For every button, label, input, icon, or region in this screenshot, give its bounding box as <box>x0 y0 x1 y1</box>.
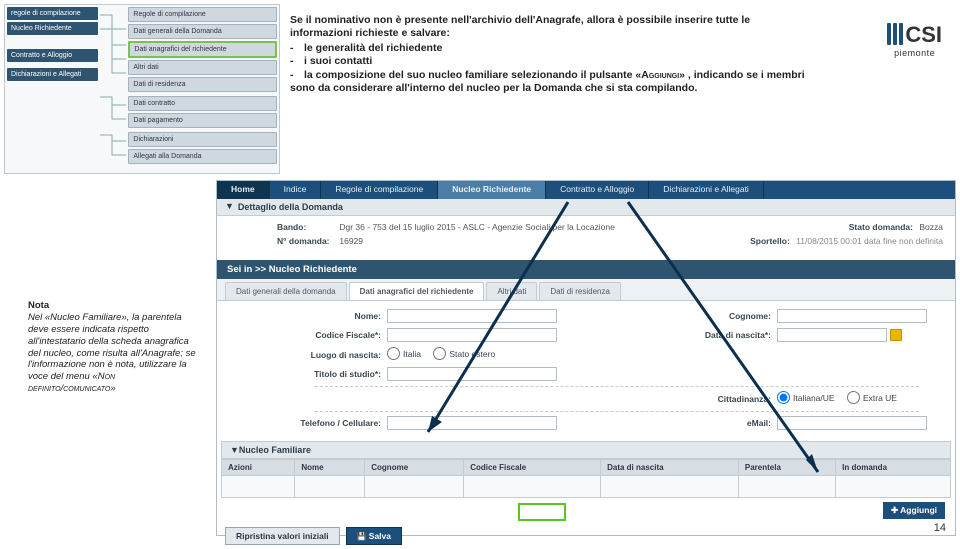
mini-right-item: Regole di compilazione <box>128 7 277 22</box>
annotation-arrow-2 <box>408 192 588 454</box>
tab-indice[interactable]: Indice <box>270 181 322 199</box>
label-nome: Nome: <box>297 311 387 321</box>
page-number: 14 <box>934 522 946 534</box>
mini-left-item: Dichiarazioni e Allegati <box>7 68 98 81</box>
intro-text: Se il nominativo non è presente nell'arc… <box>290 14 810 95</box>
mini-right-item: Altri dati <box>128 60 277 75</box>
footer-buttons: Ripristina valori iniziali Salva <box>217 523 955 549</box>
tab-home[interactable]: Home <box>217 181 270 199</box>
mini-right-item: Dichiarazioni <box>128 132 277 147</box>
col-cognome: Cognome <box>365 460 464 476</box>
col-in-domanda: In domanda <box>836 460 951 476</box>
subtab-dati-generali[interactable]: Dati generali della domanda <box>225 282 347 300</box>
mini-right-item: Allegati alla Domanda <box>128 149 277 164</box>
col-cf: Codice Fiscale <box>464 460 601 476</box>
col-nome: Nome <box>295 460 365 476</box>
annotation-arrow-1 <box>618 192 838 494</box>
mini-left-item: Nucleo Richiedente <box>7 22 98 35</box>
mini-left-item: regole di compilazione <box>7 7 98 20</box>
calendar-icon[interactable] <box>890 329 902 341</box>
mini-right-item: Dati generali della Domanda <box>128 24 277 39</box>
mini-nav-thumbnail: regole di compilazione Nucleo Richiedent… <box>4 4 280 174</box>
label-telefono: Telefono / Cellulare: <box>297 418 387 428</box>
mini-left-item: Contratto e Alloggio <box>7 49 98 62</box>
label-luogo-nascita: Luogo di nascita: <box>297 350 387 360</box>
col-azioni: Azioni <box>222 460 295 476</box>
csi-logo: CSI piemonte <box>887 22 942 58</box>
mini-right-item: Dati contratto <box>128 96 277 111</box>
mini-right-item-highlighted: Dati anagrafici del richiedente <box>128 41 277 58</box>
label-titolo-studio: Titolo di studio*: <box>297 369 387 379</box>
chevron-down-icon: ▼ <box>225 201 234 211</box>
aggiungi-button[interactable]: Aggiungi <box>883 502 945 519</box>
radio-extra-ue[interactable]: Extra UE <box>847 391 897 404</box>
salva-button[interactable]: Salva <box>346 527 402 545</box>
ripristina-button[interactable]: Ripristina valori iniziali <box>225 527 340 545</box>
table-row <box>222 476 951 498</box>
nucleo-table: Azioni Nome Cognome Codice Fiscale Data … <box>221 459 951 498</box>
chevron-down-icon: ▼ <box>230 445 239 455</box>
highlight-salva <box>518 503 566 521</box>
mini-connector-lines <box>98 7 128 167</box>
label-codice-fiscale: Codice Fiscale*: <box>297 330 387 340</box>
side-note: Nota Nel «Nucleo Familiare», la parentel… <box>28 300 198 395</box>
mini-right-item: Dati di residenza <box>128 77 277 92</box>
mini-right-item: Dati pagamento <box>128 113 277 128</box>
